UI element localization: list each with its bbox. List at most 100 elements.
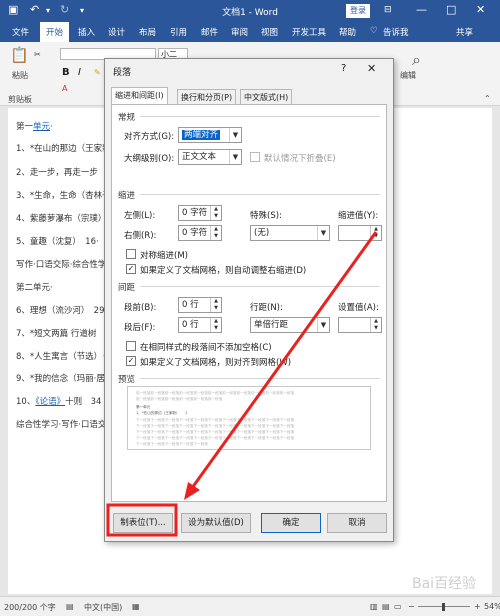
alignment-value: 两端对齐 xyxy=(182,130,221,140)
chevron-down-icon: ▼ xyxy=(229,150,241,164)
tab-design[interactable]: 设计 xyxy=(108,26,125,38)
preview-line: 第一单元 xyxy=(136,405,151,409)
page-layout-icon[interactable]: ▦ xyxy=(132,602,140,611)
tell-me-search[interactable]: 告诉我 xyxy=(383,26,409,38)
tab-review[interactable]: 审阅 xyxy=(231,26,248,38)
tab-insert[interactable]: 插入 xyxy=(78,26,95,38)
customize-quick-access-icon[interactable]: ▾ xyxy=(80,6,84,15)
doc-line: 7、*短文两篇 行道树 xyxy=(16,329,97,339)
tab-layout[interactable]: 布局 xyxy=(139,26,156,38)
spinner-icon[interactable]: ▲ ▼ xyxy=(210,318,221,332)
clipboard-icon[interactable]: 📋 xyxy=(10,46,29,64)
preview-pane: 前一段落前一段落前一段落前一段落前一段落前一段落前一段落前一段落前一段落前一段落… xyxy=(127,386,371,450)
doc-line: 6、理想（流沙河） 29 xyxy=(16,306,105,316)
tab-file[interactable]: 文件 xyxy=(12,26,29,38)
tab-line-page-breaks[interactable]: 换行和分页(P) xyxy=(177,89,237,104)
line-spacing-select[interactable]: 单倍行距 ▼ xyxy=(250,317,330,333)
login-button[interactable]: 登录 xyxy=(346,4,370,18)
ok-button[interactable]: 确定 xyxy=(261,513,321,533)
preview-line: 下一段落下一段落下一段落下一段落下一段落下一段落下一段落下一段落下一段落下一段落… xyxy=(136,418,295,422)
tab-indents-spacing[interactable]: 缩进和间距(I) xyxy=(111,87,168,104)
zoom-in-button[interactable]: + xyxy=(474,602,481,611)
auto-adjust-checkbox[interactable]: ✓ xyxy=(126,264,136,274)
undo-icon[interactable]: ↶ xyxy=(30,3,39,16)
ribbon-display-icon[interactable]: ⊟ xyxy=(384,5,392,15)
collapsed-checkbox[interactable] xyxy=(250,152,260,162)
no-space-same-style-checkbox[interactable] xyxy=(126,341,136,351)
close-window-button[interactable]: ✕ xyxy=(476,3,485,16)
indent-by-label: 缩进值(Y): xyxy=(338,211,379,221)
highlight-icon[interactable]: ✎ xyxy=(94,68,101,77)
tab-view[interactable]: 视图 xyxy=(261,26,278,38)
chevron-down-icon: ▼ xyxy=(317,226,329,240)
spinner-icon[interactable]: ▲ ▼ xyxy=(370,318,381,332)
proofing-icon[interactable]: ▤ xyxy=(66,602,74,611)
paste-button[interactable]: 粘贴 xyxy=(12,70,28,81)
tabs-button[interactable]: 制表位(T)... xyxy=(113,513,173,533)
space-after-label: 段后(F): xyxy=(124,323,156,333)
tab-home[interactable]: 开始 xyxy=(40,22,70,42)
read-mode-icon[interactable]: ▥ xyxy=(370,602,378,611)
doc-line: 4、紫藤萝瀑布（宗璞） xyxy=(16,214,107,224)
tab-references[interactable]: 引用 xyxy=(170,26,187,38)
zoom-slider-thumb[interactable] xyxy=(442,603,445,611)
tab-developer[interactable]: 开发工具 xyxy=(292,26,326,38)
special-indent-value: (无) xyxy=(254,228,270,238)
divider xyxy=(140,286,380,287)
spinner-icon[interactable]: ▲ ▼ xyxy=(370,226,381,240)
editing-button[interactable]: 编辑 xyxy=(400,70,416,81)
window-title: 文档1 - Word xyxy=(222,8,278,18)
left-indent-input[interactable]: 0 字符 ▲ ▼ xyxy=(178,205,222,221)
indent-by-input[interactable]: ▲ ▼ xyxy=(338,225,382,241)
ribbon-tabs: 文件 开始 插入 设计 布局 引用 邮件 审阅 视图 开发工具 帮助 ♡ 告诉我… xyxy=(0,22,500,42)
language-indicator[interactable]: 中文(中国) xyxy=(84,602,122,613)
tab-asian-typography[interactable]: 中文版式(H) xyxy=(240,89,293,104)
spacing-at-input[interactable]: ▲ ▼ xyxy=(338,317,382,333)
divider xyxy=(140,194,380,195)
close-dialog-button[interactable]: ✕ xyxy=(367,62,376,75)
zoom-out-button[interactable]: − xyxy=(408,602,415,611)
tab-help[interactable]: 帮助 xyxy=(339,26,356,38)
help-button[interactable]: ? xyxy=(341,63,346,74)
alignment-select[interactable]: 两端对齐 ▼ xyxy=(178,127,242,143)
outline-level-select[interactable]: 正文文本 ▼ xyxy=(178,149,242,165)
share-button[interactable]: 共享 xyxy=(456,26,473,38)
font-color-icon[interactable]: A xyxy=(62,84,67,93)
cancel-button[interactable]: 取消 xyxy=(327,513,387,533)
chevron-down-icon: ▼ xyxy=(229,128,241,142)
snap-to-grid-checkbox[interactable]: ✓ xyxy=(126,356,136,366)
spinner-icon[interactable]: ▲ ▼ xyxy=(210,226,221,240)
print-layout-icon[interactable]: ▤ xyxy=(382,602,390,611)
web-layout-icon[interactable]: ▭ xyxy=(394,602,402,611)
search-icon[interactable]: ⌕ xyxy=(412,50,421,70)
bold-button[interactable]: B xyxy=(62,67,70,78)
mirror-indent-checkbox[interactable] xyxy=(126,249,136,259)
doc-line: 第一单元· xyxy=(16,122,53,132)
undo-dropdown-icon[interactable]: ▾ xyxy=(46,6,50,15)
minimize-button[interactable]: — xyxy=(416,3,427,16)
doc-line: 第二单元· xyxy=(16,283,53,293)
doc-line: 1、*在山的那边（王家新 xyxy=(16,144,111,154)
spinner-icon[interactable]: ▲ ▼ xyxy=(210,206,221,220)
cut-icon[interactable]: ✂ xyxy=(34,50,41,59)
italic-button[interactable]: I xyxy=(78,67,81,78)
redo-icon[interactable]: ↻ xyxy=(60,3,69,16)
outline-level-label: 大纲级别(O): xyxy=(124,154,175,164)
save-icon[interactable]: ▣ xyxy=(8,3,18,16)
doc-line: 10、《论语》十则 34 xyxy=(16,397,102,407)
zoom-level[interactable]: 54% xyxy=(484,602,500,611)
word-count[interactable]: 200/200 个字 xyxy=(4,602,56,613)
special-indent-select[interactable]: (无) ▼ xyxy=(250,225,330,241)
spinner-icon[interactable]: ▲ ▼ xyxy=(210,298,221,312)
right-indent-input[interactable]: 0 字符 ▲ ▼ xyxy=(178,225,222,241)
collapse-ribbon-icon[interactable]: ⌃ xyxy=(484,94,491,103)
maximize-button[interactable]: □ xyxy=(446,3,456,16)
space-after-input[interactable]: 0 行 ▲ ▼ xyxy=(178,317,222,333)
doc-line: 8、*人生寓言（节选）（ xyxy=(16,352,107,362)
preview-line: 前一段落前一段落前一段落前一段落前一段落前一段落 xyxy=(136,397,223,401)
auto-adjust-label: 如果定义了文档网格，则自动调整右缩进(D) xyxy=(140,266,307,276)
space-before-input[interactable]: 0 行 ▲ ▼ xyxy=(178,297,222,313)
set-default-button[interactable]: 设为默认值(D) xyxy=(181,513,251,533)
preview-line: 下一段落下一段落下一段落下一段落下一段落下一段落下一段落下一段落下一段落下一段落… xyxy=(136,436,295,440)
tab-mailings[interactable]: 邮件 xyxy=(201,26,218,38)
